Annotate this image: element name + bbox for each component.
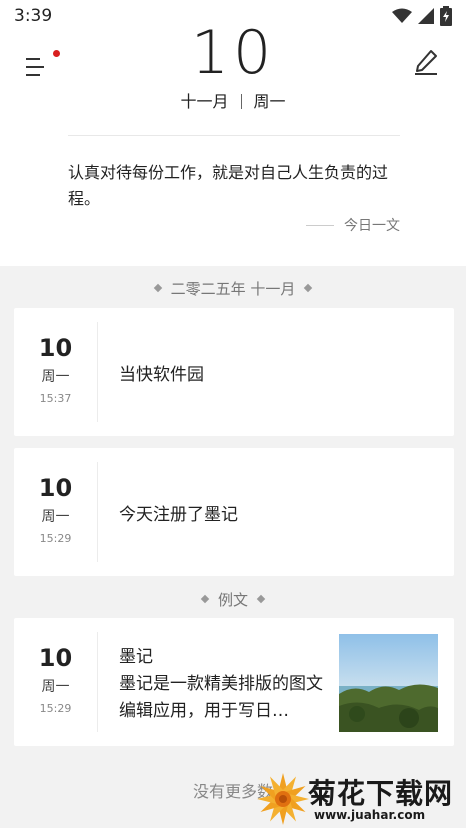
entry-date: 10 周一 15:37 bbox=[14, 322, 98, 422]
section-example-text: 例文 bbox=[217, 591, 248, 609]
quote-source: 今日一文 bbox=[306, 215, 400, 235]
entry-time: 15:37 bbox=[39, 392, 72, 405]
pencil-icon bbox=[415, 50, 437, 75]
month-label: 十一月 bbox=[180, 92, 229, 111]
section-month-label: 二零二五年 十一月 bbox=[0, 278, 466, 299]
header-divider bbox=[68, 135, 400, 136]
edit-button[interactable] bbox=[412, 48, 440, 76]
diary-entry-card[interactable]: 10 周一 15:29 今天注册了墨记 bbox=[14, 448, 454, 576]
entry-text: 当快软件园 bbox=[119, 364, 204, 385]
quote-source-label: 今日一文 bbox=[344, 218, 400, 234]
chrysanthemum-logo-icon bbox=[257, 773, 309, 825]
entry-time: 15:29 bbox=[39, 532, 72, 545]
separator bbox=[240, 94, 242, 109]
big-day-number: 10 bbox=[190, 18, 276, 74]
entry-time: 15:29 bbox=[39, 702, 72, 715]
quote-source-line bbox=[306, 224, 334, 226]
section-example-label: 例文 bbox=[0, 589, 466, 610]
entry-date: 10 周一 15:29 bbox=[14, 632, 98, 732]
entry-weekday: 周一 bbox=[41, 509, 70, 525]
watermark-url: www.juahar.com bbox=[314, 808, 426, 822]
weekday-label: 周一 bbox=[253, 92, 286, 111]
example-entry-card[interactable]: 10 周一 15:29 墨记 墨记是一款精美排版的图文编辑应用，用于写日… bbox=[14, 618, 454, 746]
today-header: 10 十一月 周一 认真对待每份工作，就是对自己人生负责的过程。 今日一文 bbox=[0, 18, 466, 266]
diamond-icon bbox=[256, 594, 266, 604]
entry-day: 10 bbox=[38, 334, 73, 362]
watermark-brand: 菊花下载网 bbox=[308, 777, 454, 810]
diamond-icon bbox=[304, 283, 313, 293]
landscape-photo bbox=[339, 634, 438, 732]
entry-body: 墨记是一款精美排版的图文编辑应用，用于写日… bbox=[119, 674, 323, 721]
entry-date: 10 周一 15:29 bbox=[14, 462, 98, 562]
entry-day: 10 bbox=[38, 474, 73, 502]
diary-entry-card[interactable]: 10 周一 15:37 当快软件园 bbox=[14, 308, 454, 436]
entry-day: 10 bbox=[38, 644, 73, 672]
entry-rich-text: 墨记 墨记是一款精美排版的图文编辑应用，用于写日… bbox=[119, 644, 327, 725]
entry-thumbnail-image bbox=[339, 634, 438, 732]
month-weekday-line: 十一月 周一 bbox=[0, 88, 466, 112]
entry-title: 墨记 bbox=[119, 647, 153, 667]
diamond-icon bbox=[153, 283, 162, 293]
entry-text: 今天注册了墨记 bbox=[119, 504, 238, 525]
diamond-icon bbox=[200, 594, 210, 604]
daily-quote[interactable]: 认真对待每份工作，就是对自己人生负责的过程。 bbox=[68, 160, 402, 212]
section-month-text: 二零二五年 十一月 bbox=[170, 280, 296, 298]
entry-weekday: 周一 bbox=[41, 369, 70, 385]
site-watermark: 菊花下载网 www.juahar.com bbox=[254, 766, 466, 828]
entry-weekday: 周一 bbox=[41, 679, 70, 695]
